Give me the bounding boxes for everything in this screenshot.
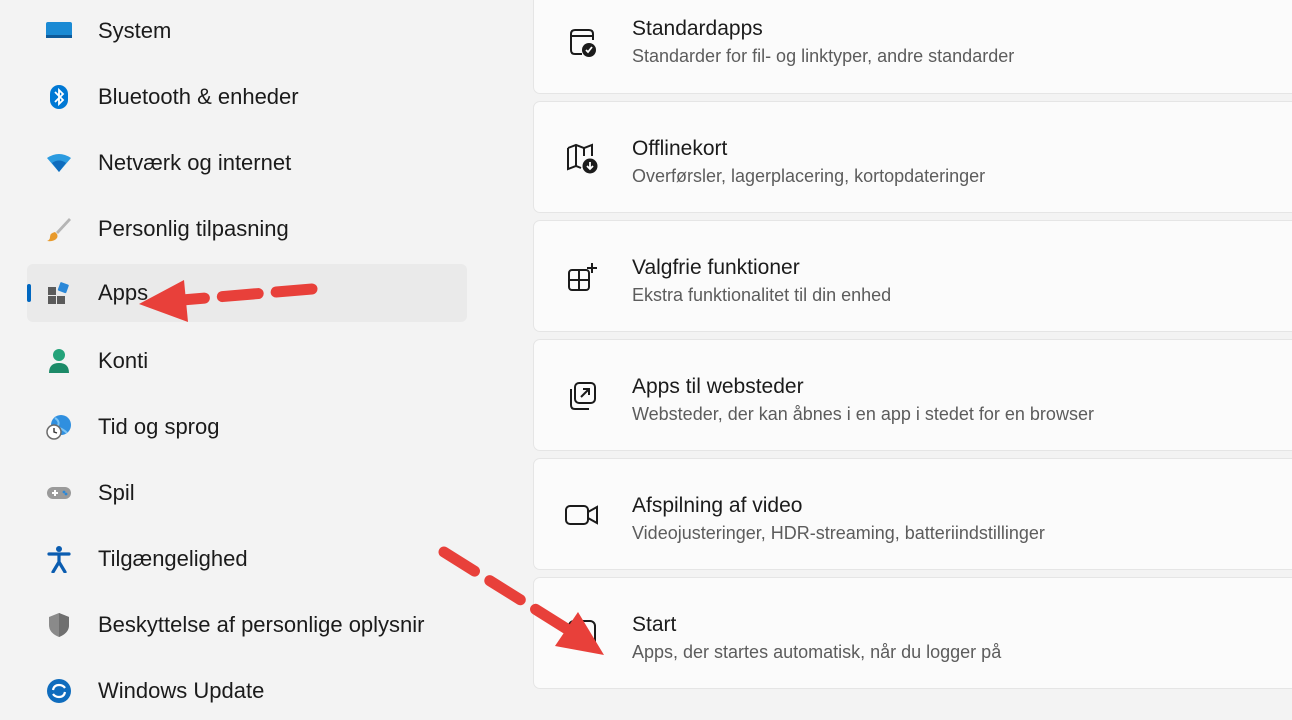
update-icon xyxy=(45,677,73,705)
gamepad-icon xyxy=(45,479,73,507)
sidebar-item-privacy[interactable]: Beskyttelse af personlige oplysnir xyxy=(27,596,467,654)
wifi-icon xyxy=(45,149,73,177)
paintbrush-icon xyxy=(45,215,73,243)
sidebar-item-accounts[interactable]: Konti xyxy=(27,332,467,390)
card-subtitle: Ekstra funktionalitet til din enhed xyxy=(632,285,892,305)
sidebar-item-label: Beskyttelse af personlige oplysnir xyxy=(98,612,425,637)
shield-icon xyxy=(45,611,73,639)
sidebar-item-label: Bluetooth & enheder xyxy=(98,84,299,109)
card-subtitle: Videojusteringer, HDR-streaming, batteri… xyxy=(632,523,1045,543)
sidebar-item-label: Windows Update xyxy=(98,678,265,703)
sidebar-item-personalization[interactable]: Personlig tilpasning xyxy=(27,200,467,258)
card-startup[interactable]: Start Apps, der startes automatisk, når … xyxy=(533,577,1292,689)
card-optional-features[interactable]: Valgfrie funktioner Ekstra funktionalite… xyxy=(533,220,1292,332)
sidebar-item-label: Spil xyxy=(98,480,135,505)
sidebar-item-label: Konti xyxy=(98,348,149,373)
sidebar-item-label: Netværk og internet xyxy=(98,150,292,175)
selected-indicator xyxy=(27,284,31,302)
card-video-playback[interactable]: Afspilning af video Videojusteringer, HD… xyxy=(533,458,1292,570)
monitor-icon xyxy=(45,17,73,45)
person-icon xyxy=(45,347,73,375)
sidebar-item-windows-update[interactable]: Windows Update xyxy=(27,662,467,720)
open-external-icon xyxy=(562,376,602,416)
optional-features-icon xyxy=(562,257,602,297)
card-subtitle: Standarder for fil- og linktyper, andre … xyxy=(632,46,1015,66)
sidebar-item-bluetooth[interactable]: Bluetooth & enheder xyxy=(27,68,467,126)
video-camera-icon xyxy=(562,495,602,535)
card-title: Offlinekort xyxy=(632,137,728,160)
sidebar-item-apps[interactable]: Apps xyxy=(27,264,467,322)
card-title: Start xyxy=(632,613,677,636)
globe-clock-icon xyxy=(45,413,73,441)
sidebar-item-accessibility[interactable]: Tilgængelighed xyxy=(27,530,467,588)
card-title: Standardapps xyxy=(632,17,763,40)
default-apps-icon xyxy=(562,22,602,62)
accessibility-icon xyxy=(45,545,73,573)
card-subtitle: Apps, der startes automatisk, når du log… xyxy=(632,642,1002,662)
sidebar-item-network[interactable]: Netværk og internet xyxy=(27,134,467,192)
sidebar-item-time-language[interactable]: Tid og sprog xyxy=(27,398,467,456)
card-subtitle: Overførsler, lagerplacering, kortopdater… xyxy=(632,166,986,186)
card-apps-for-websites[interactable]: Apps til websteder Websteder, der kan åb… xyxy=(533,339,1292,451)
sidebar-item-label: System xyxy=(98,18,172,43)
apps-icon xyxy=(45,279,73,307)
card-title: Apps til websteder xyxy=(632,375,804,398)
settings-sidebar: System Bluetooth & enheder Netværk og in… xyxy=(0,0,480,703)
card-offline-maps[interactable]: Offlinekort Overførsler, lagerplacering,… xyxy=(533,101,1292,213)
apps-settings-list: Standardapps Standarder for fil- og link… xyxy=(533,0,1292,697)
sidebar-item-label: Personlig tilpasning xyxy=(98,216,289,241)
card-subtitle: Websteder, der kan åbnes i en app i sted… xyxy=(632,404,1094,424)
sidebar-item-gaming[interactable]: Spil xyxy=(27,464,467,522)
offline-map-icon xyxy=(562,138,602,178)
sidebar-item-label: Apps xyxy=(98,280,149,305)
sidebar-item-label: Tilgængelighed xyxy=(98,546,248,571)
bluetooth-icon xyxy=(45,83,73,111)
card-title: Afspilning af video xyxy=(632,494,803,517)
sidebar-item-system[interactable]: System xyxy=(27,2,467,60)
startup-icon xyxy=(562,614,602,654)
card-default-apps[interactable]: Standardapps Standarder for fil- og link… xyxy=(533,0,1292,94)
sidebar-item-label: Tid og sprog xyxy=(98,414,220,439)
card-title: Valgfrie funktioner xyxy=(632,256,800,279)
